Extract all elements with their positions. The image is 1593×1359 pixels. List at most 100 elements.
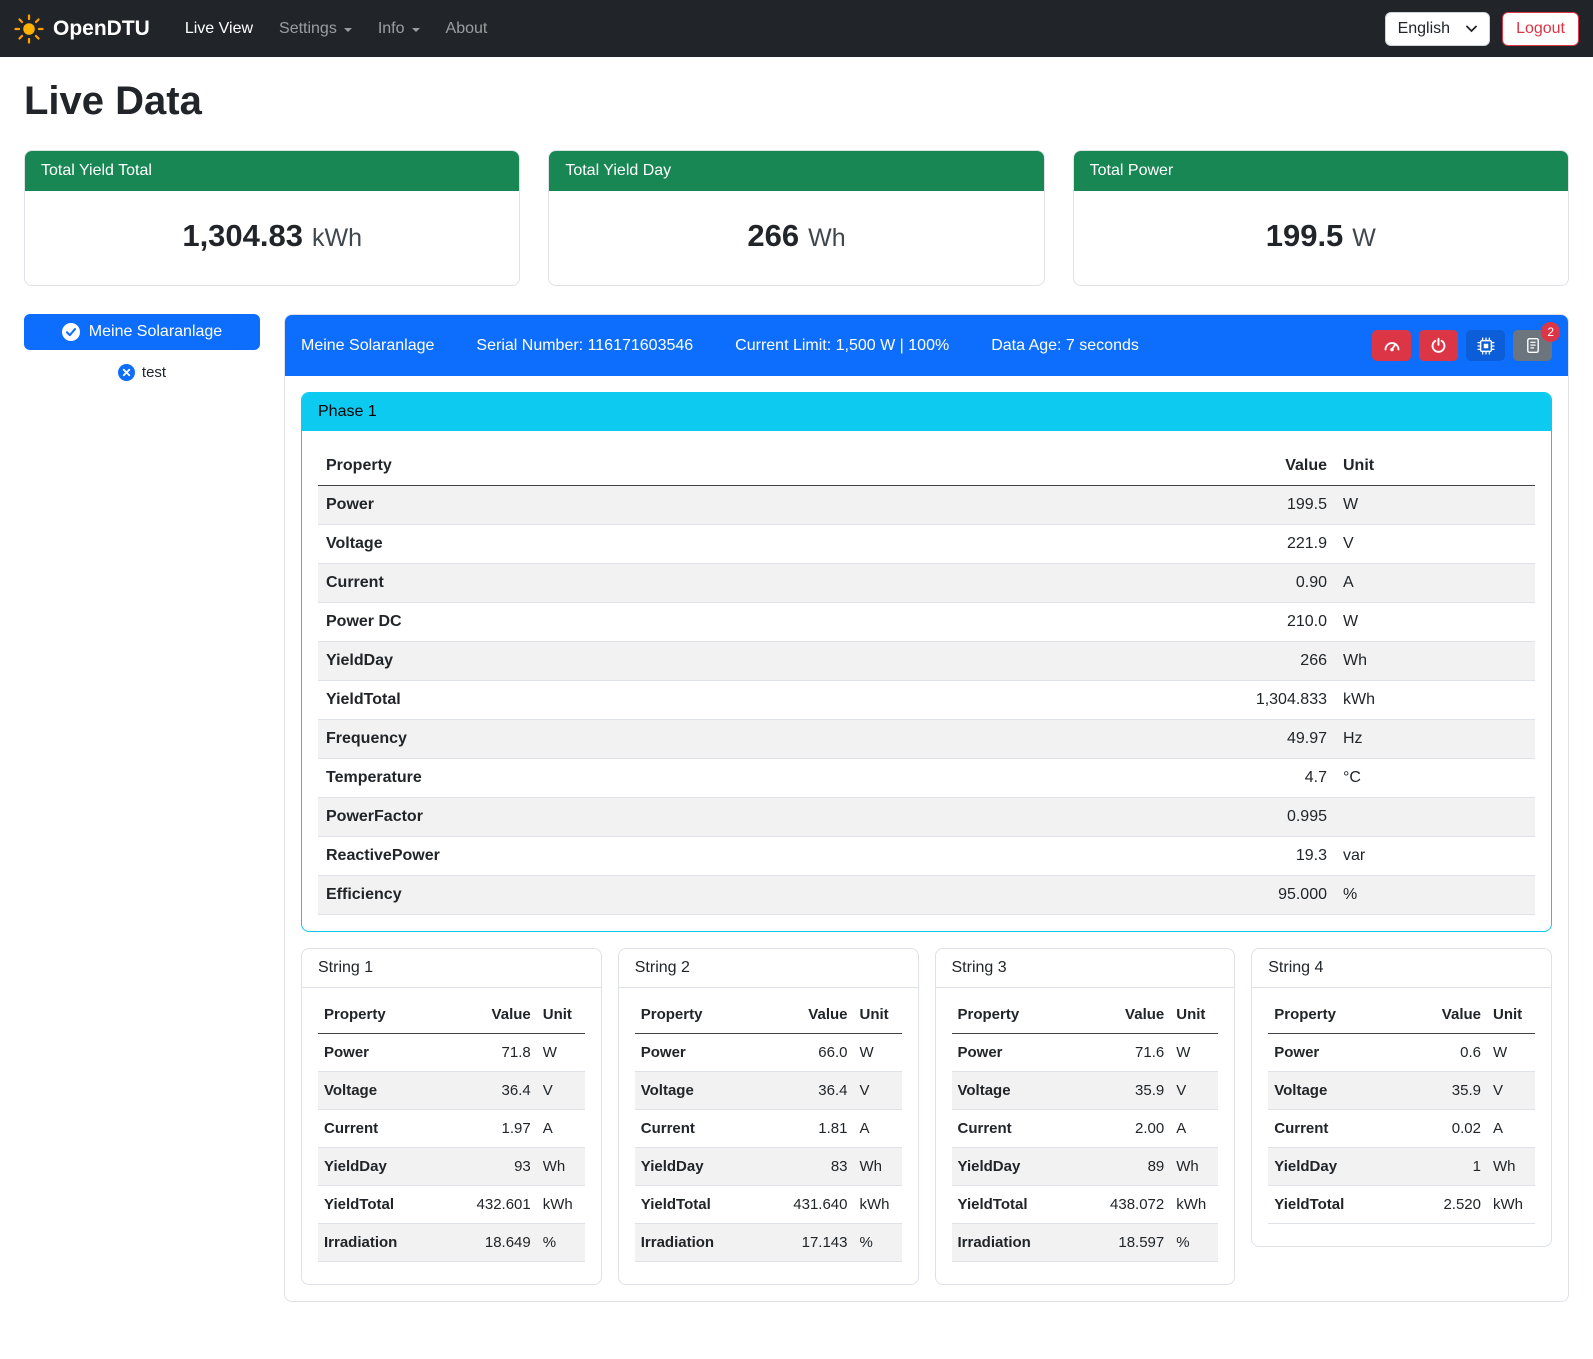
table-row: Power 66.0 W bbox=[635, 1034, 902, 1072]
row-value: 2.00 bbox=[1096, 1110, 1170, 1148]
column-header-unit: Unit bbox=[537, 996, 585, 1034]
nav-live-view-label: Live View bbox=[185, 20, 253, 38]
total-yield-day-value: 266 bbox=[747, 218, 799, 254]
row-property: PowerFactor bbox=[318, 798, 1185, 837]
total-power-value: 199.5 bbox=[1266, 218, 1344, 254]
table-row: ReactivePower 19.3 var bbox=[318, 837, 1535, 876]
table-row: Irradiation 17.143 % bbox=[635, 1224, 902, 1262]
sidebar-item-meine-solaranlage[interactable]: Meine Solaranlage bbox=[24, 314, 260, 350]
string-card-title: String 1 bbox=[302, 949, 601, 988]
row-property: Power bbox=[318, 486, 1185, 525]
device-info-button[interactable] bbox=[1466, 330, 1505, 361]
inverter-limit: Current Limit: 1,500 W | 100% bbox=[735, 337, 949, 355]
string-1-card: String 1 Property Value Unit bbox=[301, 948, 602, 1285]
table-row: Current 0.02 A bbox=[1268, 1110, 1535, 1148]
nav-info-label: Info bbox=[378, 20, 405, 38]
table-header-row: Property Value Unit bbox=[1268, 996, 1535, 1034]
nav-about[interactable]: About bbox=[433, 12, 501, 46]
table-row: YieldTotal 1,304.833 kWh bbox=[318, 681, 1535, 720]
inverter-name: Meine Solaranlage bbox=[301, 337, 434, 355]
event-log-button[interactable]: 2 bbox=[1513, 330, 1552, 361]
row-unit: V bbox=[1487, 1072, 1535, 1110]
nav-settings-label: Settings bbox=[279, 20, 337, 38]
table-row: PowerFactor 0.995 bbox=[318, 798, 1535, 837]
row-property: Voltage bbox=[1268, 1072, 1413, 1110]
table-row: YieldDay 1 Wh bbox=[1268, 1148, 1535, 1186]
language-select[interactable]: English bbox=[1385, 12, 1490, 46]
row-property: Irradiation bbox=[952, 1224, 1097, 1262]
string-card-body: Property Value Unit Power bbox=[302, 988, 601, 1284]
row-unit: A bbox=[1170, 1110, 1218, 1148]
journal-icon bbox=[1525, 337, 1541, 354]
table-row: Power 71.8 W bbox=[318, 1034, 585, 1072]
table-row: Voltage 221.9 V bbox=[318, 525, 1535, 564]
row-property: YieldDay bbox=[1268, 1148, 1413, 1186]
row-value: 36.4 bbox=[463, 1072, 537, 1110]
table-row: Power 0.6 W bbox=[1268, 1034, 1535, 1072]
row-property: Voltage bbox=[635, 1072, 780, 1110]
table-row: YieldDay 93 Wh bbox=[318, 1148, 585, 1186]
inverter-sidebar: Meine Solaranlage test bbox=[24, 314, 260, 381]
table-row: Power 71.6 W bbox=[952, 1034, 1219, 1072]
sun-logo-icon bbox=[14, 14, 44, 44]
string-4-table: Property Value Unit Power bbox=[1268, 996, 1535, 1224]
row-unit: Wh bbox=[1487, 1148, 1535, 1186]
row-value: 1 bbox=[1413, 1148, 1487, 1186]
row-value: 438.072 bbox=[1096, 1186, 1170, 1224]
row-value: 221.9 bbox=[1185, 525, 1335, 564]
column-header-unit: Unit bbox=[854, 996, 902, 1034]
table-row: YieldDay 266 Wh bbox=[318, 642, 1535, 681]
row-unit: Wh bbox=[537, 1148, 585, 1186]
row-value: 83 bbox=[780, 1148, 854, 1186]
row-property: Power bbox=[952, 1034, 1097, 1072]
string-card-body: Property Value Unit Power bbox=[1252, 988, 1551, 1246]
total-yield-day-card: Total Yield Day 266 Wh bbox=[548, 150, 1044, 286]
row-unit: kWh bbox=[537, 1186, 585, 1224]
row-value: 1.97 bbox=[463, 1110, 537, 1148]
table-row: Voltage 35.9 V bbox=[952, 1072, 1219, 1110]
row-value: 17.143 bbox=[780, 1224, 854, 1262]
row-value: 89 bbox=[1096, 1148, 1170, 1186]
row-value: 1.81 bbox=[780, 1110, 854, 1148]
row-value: 95.000 bbox=[1185, 876, 1335, 915]
column-header-value: Value bbox=[1185, 447, 1335, 486]
sidebar-item-test[interactable]: test bbox=[24, 364, 260, 381]
row-value: 19.3 bbox=[1185, 837, 1335, 876]
event-count-badge: 2 bbox=[1541, 322, 1560, 342]
row-value: 210.0 bbox=[1185, 603, 1335, 642]
nav-settings[interactable]: Settings bbox=[266, 12, 365, 46]
row-property: YieldDay bbox=[952, 1148, 1097, 1186]
row-unit: Hz bbox=[1335, 720, 1535, 759]
row-unit: V bbox=[1170, 1072, 1218, 1110]
chevron-down-icon bbox=[344, 28, 352, 32]
row-value: 71.8 bbox=[463, 1034, 537, 1072]
row-property: Irradiation bbox=[318, 1224, 463, 1262]
row-value: 66.0 bbox=[780, 1034, 854, 1072]
logout-button[interactable]: Logout bbox=[1502, 12, 1579, 46]
total-power-unit: W bbox=[1352, 224, 1376, 253]
row-unit: V bbox=[854, 1072, 902, 1110]
nav-about-label: About bbox=[446, 20, 488, 38]
row-value: 35.9 bbox=[1096, 1072, 1170, 1110]
inverter-serial: Serial Number: 116171603546 bbox=[476, 337, 693, 355]
row-property: Current bbox=[952, 1110, 1097, 1148]
row-property: Voltage bbox=[952, 1072, 1097, 1110]
row-property: Efficiency bbox=[318, 876, 1185, 915]
table-row: YieldTotal 431.640 kWh bbox=[635, 1186, 902, 1224]
table-row: Voltage 35.9 V bbox=[1268, 1072, 1535, 1110]
row-unit bbox=[1335, 798, 1535, 837]
row-property: Irradiation bbox=[635, 1224, 780, 1262]
row-unit: A bbox=[1487, 1110, 1535, 1148]
phase-panel-title: Phase 1 bbox=[302, 393, 1551, 431]
inverter-body: Phase 1 Property Value Unit bbox=[285, 376, 1568, 1301]
nav-live-view[interactable]: Live View bbox=[172, 12, 266, 46]
nav-info[interactable]: Info bbox=[365, 12, 433, 46]
brand[interactable]: OpenDTU bbox=[14, 14, 150, 44]
table-row: YieldTotal 432.601 kWh bbox=[318, 1186, 585, 1224]
sidebar-item-label: test bbox=[142, 364, 166, 381]
table-row: YieldTotal 2.520 kWh bbox=[1268, 1186, 1535, 1224]
string-2-card: String 2 Property Value Unit bbox=[618, 948, 919, 1285]
limit-settings-button[interactable] bbox=[1372, 330, 1411, 361]
power-control-button[interactable] bbox=[1419, 330, 1458, 361]
string-2-table: Property Value Unit Power bbox=[635, 996, 902, 1262]
